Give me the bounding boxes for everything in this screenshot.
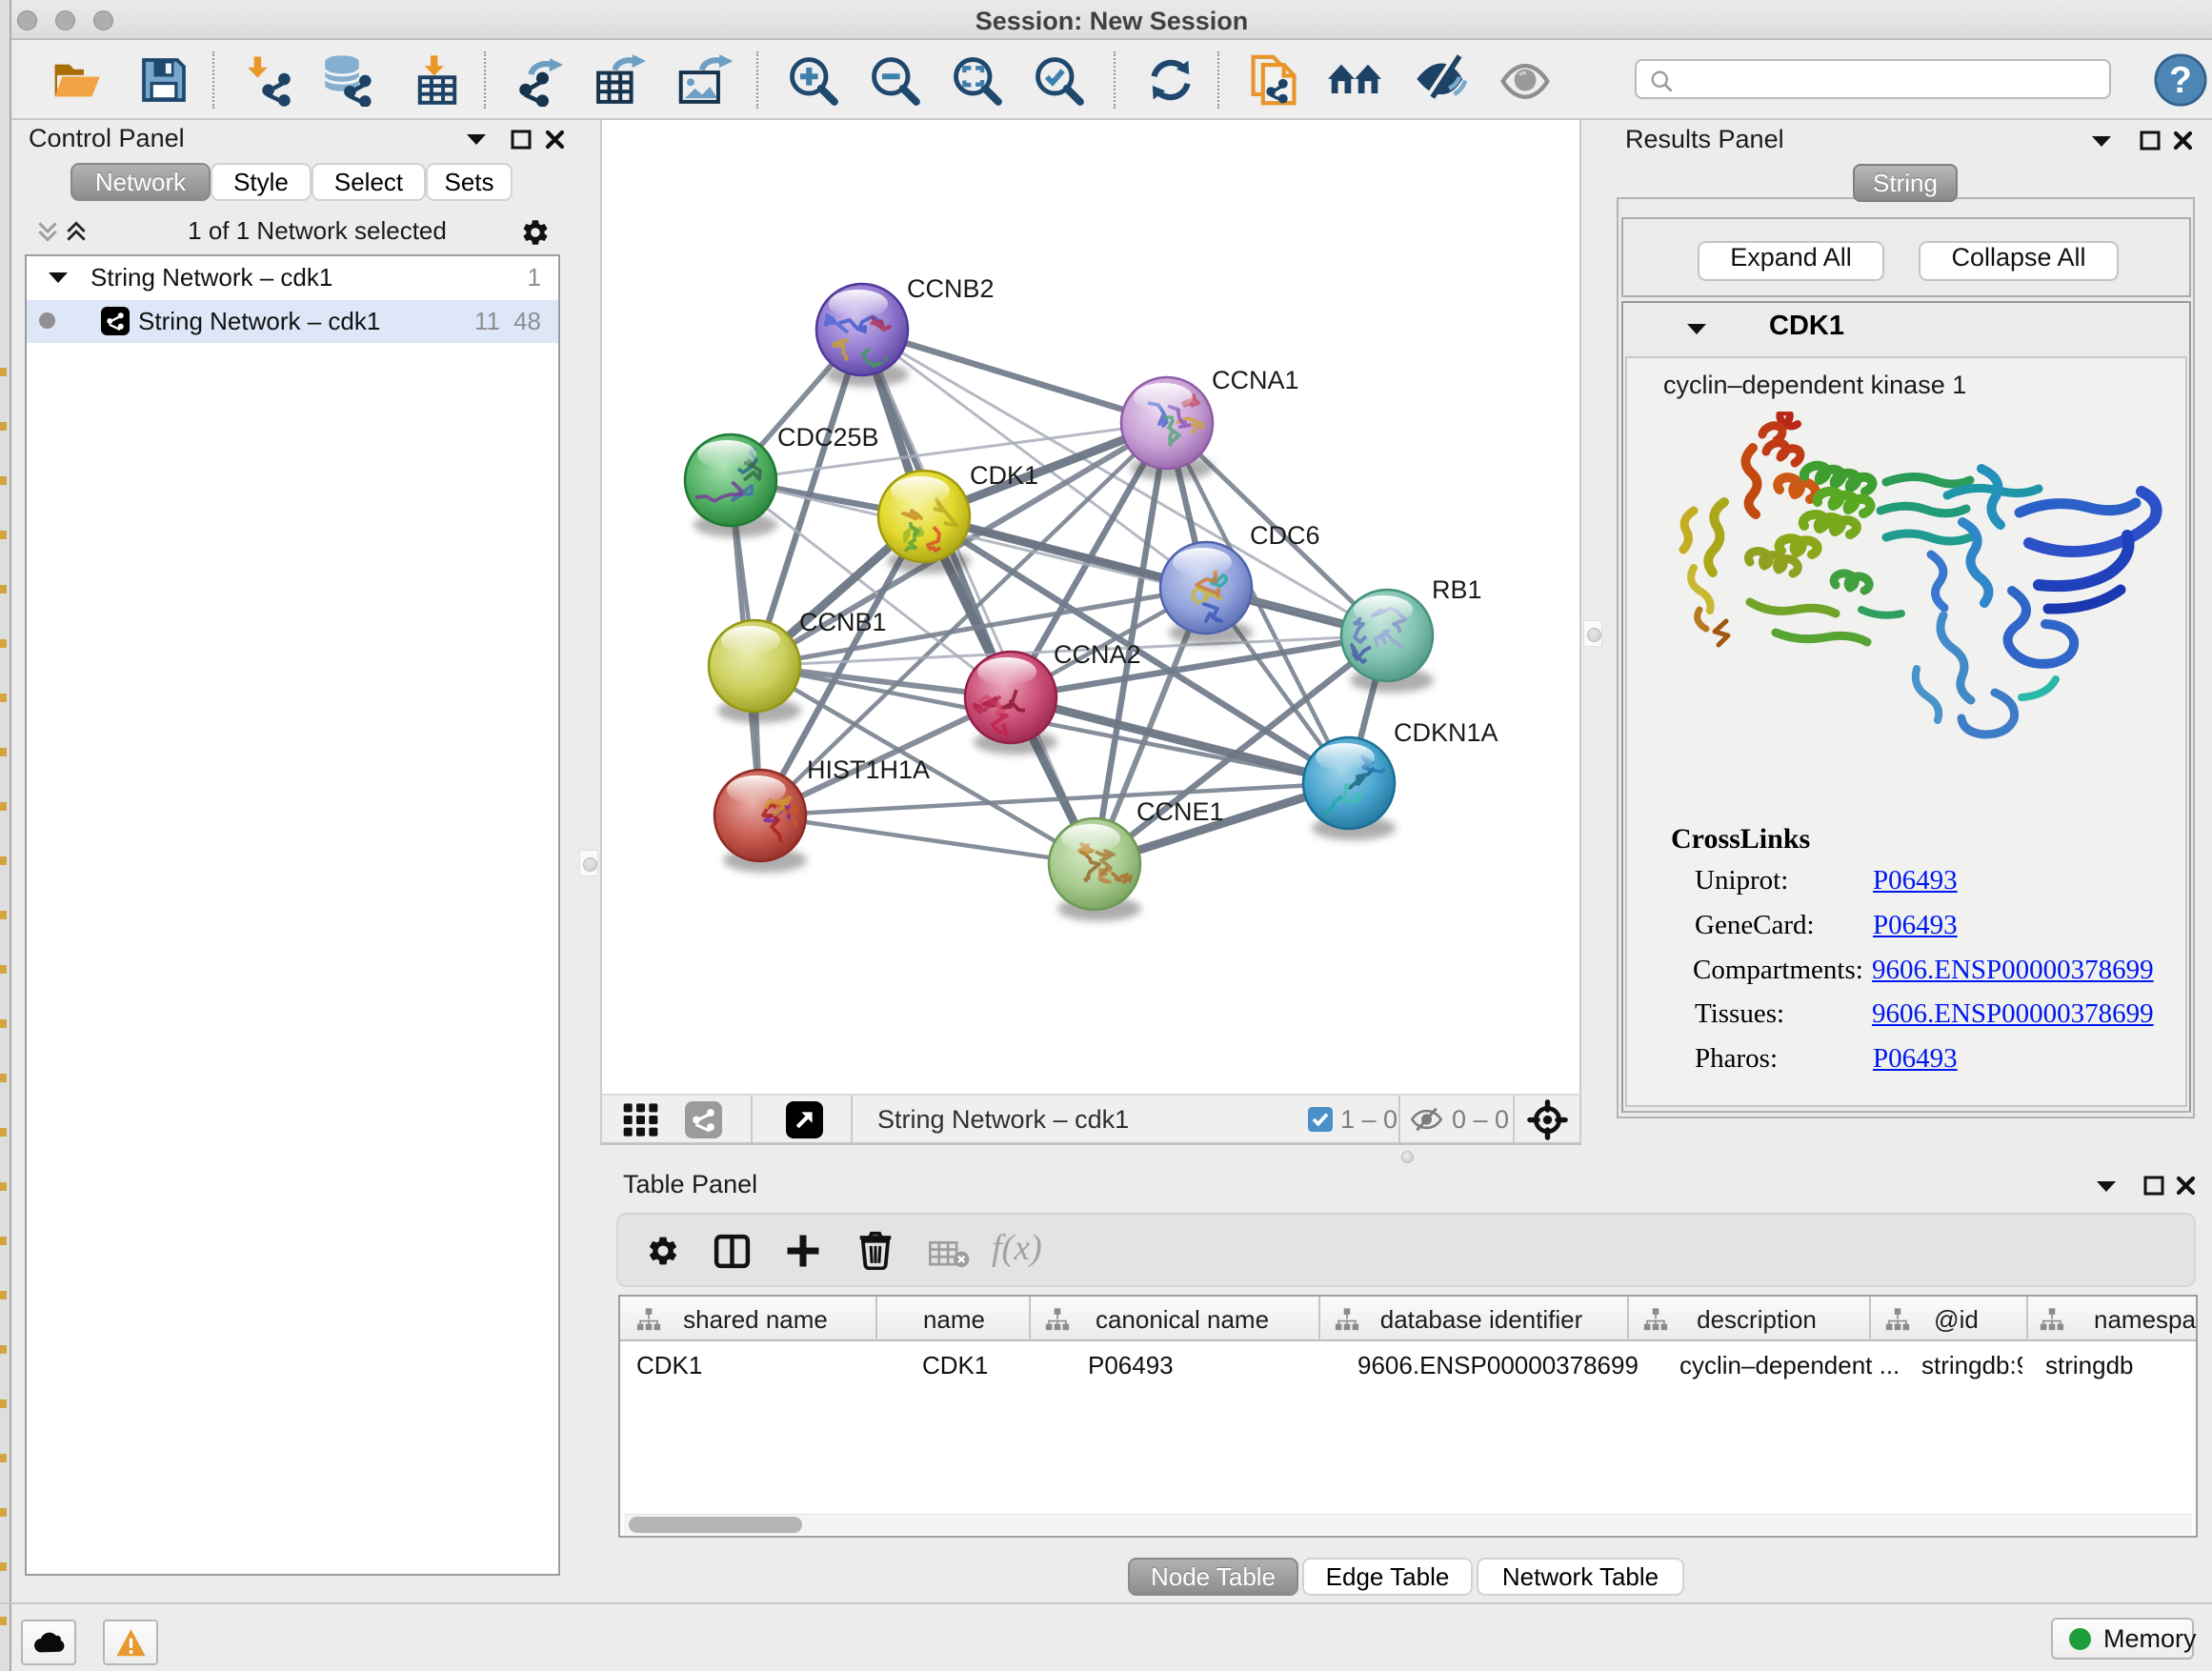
svg-text:HIST1H1A: HIST1H1A — [807, 755, 930, 784]
svg-text:CDC6: CDC6 — [1250, 521, 1320, 550]
svg-text:CDK1: CDK1 — [970, 461, 1038, 490]
svg-text:CCNB1: CCNB1 — [799, 608, 887, 636]
svg-text:CCNA2: CCNA2 — [1054, 640, 1141, 669]
svg-text:CCNE1: CCNE1 — [1136, 797, 1224, 826]
svg-text:CCNB2: CCNB2 — [907, 274, 995, 303]
svg-text:?: ? — [2169, 60, 2192, 101]
svg-text:CDKN1A: CDKN1A — [1394, 718, 1498, 747]
svg-text:CDC25B: CDC25B — [777, 423, 879, 452]
svg-text:CCNA1: CCNA1 — [1212, 366, 1299, 394]
svg-text:RB1: RB1 — [1432, 575, 1482, 604]
